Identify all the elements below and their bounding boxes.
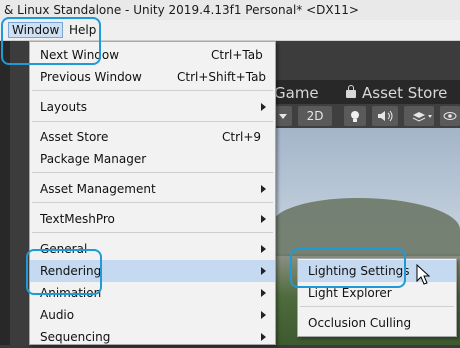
toggle-2d-button[interactable]: 2D: [298, 106, 332, 126]
hidden-objects-button[interactable]: [440, 106, 460, 126]
submenu-arrow-icon: [261, 333, 266, 341]
menu-item-textmeshpro[interactable]: TextMeshPro: [30, 208, 275, 230]
left-panel-strip: [0, 41, 10, 345]
tab-asset-store[interactable]: Asset Store: [346, 84, 447, 102]
dropdown-arrow-button[interactable]: [274, 106, 292, 126]
lock-icon: [346, 84, 356, 98]
lighting-toggle-button[interactable]: [344, 106, 366, 126]
submenu-arrow-icon: [261, 311, 266, 319]
chevron-down-icon: [279, 114, 287, 119]
shortcut-label: Ctrl+Shift+Tab: [177, 70, 267, 84]
submenu-arrow-icon: [261, 103, 266, 111]
submenu-arrow-icon: [261, 289, 266, 297]
menu-item-audio[interactable]: Audio: [30, 304, 275, 326]
layers-icon: [412, 112, 432, 122]
menu-separator: [32, 202, 273, 203]
mouse-cursor-icon: [416, 264, 431, 285]
submenu-arrow-icon: [261, 215, 266, 223]
shortcut-label: Ctrl+9: [222, 130, 262, 144]
shortcut-label: Ctrl+Tab: [211, 48, 263, 62]
submenu-arrow-icon: [261, 185, 266, 193]
tab-asset-store-label: Asset Store: [362, 84, 448, 102]
menu-separator: [32, 90, 273, 91]
eye-icon: [443, 112, 457, 120]
submenu-arrow-icon: [261, 245, 266, 253]
window-menu-dropdown: Next Window Ctrl+Tab Previous Window Ctrl+…: [29, 41, 276, 345]
callout-rendering-item: [26, 249, 102, 295]
tab-game[interactable]: Game: [274, 84, 319, 102]
effects-dropdown-button[interactable]: [404, 106, 434, 126]
submenu-item-occlusion-culling[interactable]: Occlusion Culling: [298, 312, 456, 334]
light-bulb-icon: [351, 111, 359, 122]
menu-separator: [32, 121, 273, 122]
audio-toggle-button[interactable]: [372, 106, 398, 126]
menu-item-asset-store[interactable]: Asset Store Ctrl+9: [30, 126, 275, 148]
menu-item-layouts[interactable]: Layouts: [30, 96, 275, 118]
menu-separator: [32, 232, 273, 233]
submenu-arrow-icon: [261, 267, 266, 275]
menu-item-package-manager[interactable]: Package Manager: [30, 148, 275, 170]
menu-separator: [300, 306, 454, 307]
menu-separator: [32, 172, 273, 173]
speaker-icon: [378, 110, 393, 122]
menu-item-previous-window[interactable]: Previous Window Ctrl+Shift+Tab: [30, 66, 275, 88]
menu-item-asset-management[interactable]: Asset Management: [30, 178, 275, 200]
callout-lighting-settings: [290, 248, 406, 288]
callout-window-menu: [1, 17, 101, 65]
